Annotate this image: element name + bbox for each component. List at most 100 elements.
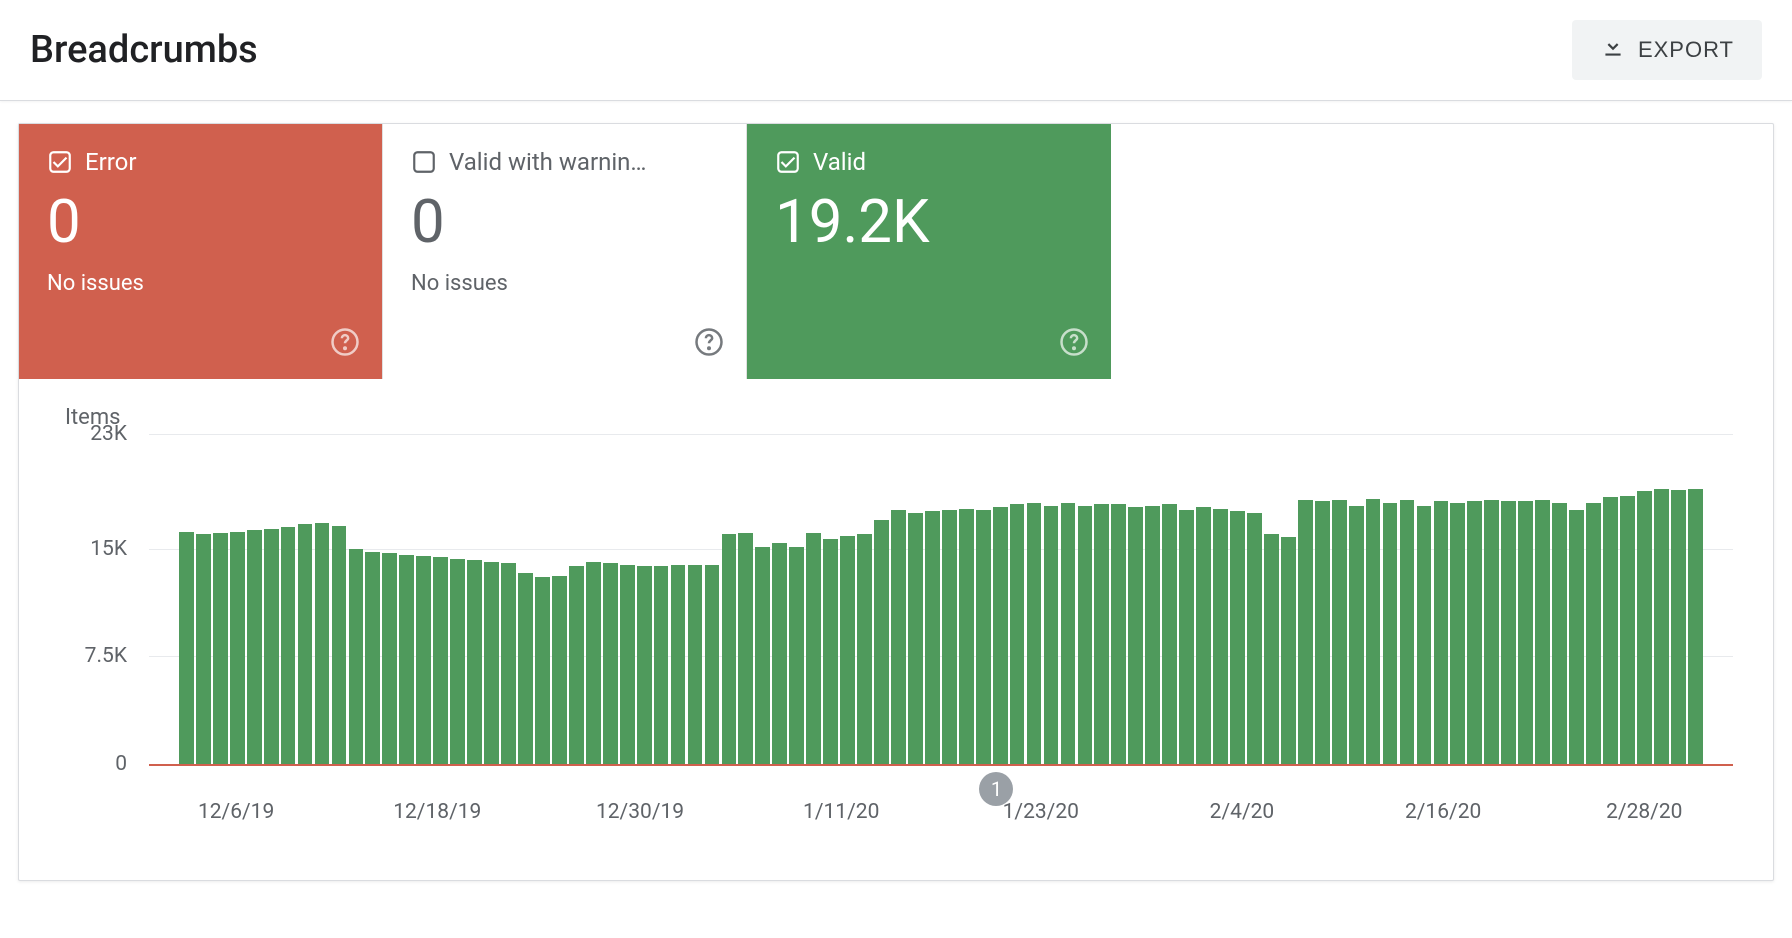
chart-bar[interactable] [1281,537,1296,764]
chart-bar[interactable] [1145,506,1160,764]
chart-bar[interactable] [1637,491,1652,764]
help-icon[interactable] [1059,327,1089,357]
chart-bar[interactable] [1264,534,1279,764]
chart-bar[interactable] [1111,504,1126,764]
chart-bar[interactable] [569,566,584,764]
chart-bar[interactable] [230,532,245,764]
chart-bar[interactable] [959,509,974,764]
chart-bar[interactable] [281,527,296,764]
chart-bar[interactable] [1569,510,1584,764]
chart-bar[interactable] [382,553,397,764]
chart-bar[interactable] [891,510,906,764]
chart-bar[interactable] [1044,506,1059,764]
status-card-valid[interactable]: Valid 19.2K [747,124,1111,379]
chart-bar[interactable] [671,565,686,764]
chart-bar[interactable] [501,563,516,764]
chart-bar[interactable] [467,560,482,764]
chart-bar[interactable] [1061,503,1076,764]
chart-bar[interactable] [264,529,279,764]
chart-bar[interactable] [1349,506,1364,764]
chart-bar[interactable] [620,565,635,764]
chart-bar[interactable] [755,547,770,764]
chart-bar[interactable] [654,566,669,764]
chart-bar[interactable] [196,534,211,764]
chart-bar[interactable] [1027,503,1042,764]
chart-bar[interactable] [315,523,330,764]
chart-bar[interactable] [1417,506,1432,764]
chart-bar[interactable] [840,536,855,764]
chart-x-tick: 1/11/20 [803,800,879,824]
chart-bar[interactable] [1162,504,1177,764]
chart-bar[interactable] [416,556,431,764]
chart-bar[interactable] [857,534,872,764]
chart-bar[interactable] [603,563,618,764]
chart-bar[interactable] [789,547,804,764]
chart-bar[interactable] [179,532,194,764]
chart-bar[interactable] [976,510,991,764]
chart-bar[interactable] [433,557,448,764]
chart-bar[interactable] [1247,513,1262,764]
chart-bar[interactable] [1467,501,1482,764]
chart-bar[interactable] [1518,501,1533,764]
status-card-warning[interactable]: Valid with warnin… 0 No issues [383,124,747,379]
chart-bar[interactable] [1603,497,1618,764]
chart-bar[interactable] [298,524,313,764]
chart-bar[interactable] [1010,504,1025,764]
chart-bar[interactable] [1484,500,1499,764]
help-icon[interactable] [694,327,724,357]
help-icon[interactable] [330,327,360,357]
chart-bar[interactable] [1230,511,1245,764]
chart-bar[interactable] [637,566,652,764]
status-card-error[interactable]: Error 0 No issues [19,124,383,379]
chart-bar[interactable] [1298,500,1313,764]
chart-bar[interactable] [993,507,1008,764]
chart-bar[interactable] [942,510,957,764]
chart-bar[interactable] [738,533,753,764]
chart-bar[interactable] [1128,507,1143,764]
chart-bar[interactable] [1434,501,1449,764]
chart-bar[interactable] [1654,489,1669,764]
chart-bar[interactable] [1586,503,1601,764]
chart-bar[interactable] [1552,503,1567,764]
chart-bar[interactable] [1688,489,1703,764]
chart-bar[interactable] [586,562,601,764]
chart-bar[interactable] [925,511,940,764]
chart-bar[interactable] [247,530,262,764]
chart-bar[interactable] [1332,500,1347,764]
chart-bar[interactable] [332,526,347,764]
chart-bar[interactable] [552,576,567,764]
chart-bar[interactable] [1315,501,1330,764]
chart-bar[interactable] [1450,503,1465,764]
chart-bar[interactable] [874,520,889,764]
chart-bar[interactable] [1671,490,1686,764]
chart-bar[interactable] [1535,500,1550,764]
chart-bar[interactable] [772,543,787,764]
chart-bar[interactable] [365,552,380,764]
chart-bar[interactable] [535,577,550,764]
chart-bar[interactable] [705,565,720,764]
chart-bar[interactable] [722,534,737,764]
chart-bar[interactable] [213,533,228,764]
chart-bar[interactable] [349,549,364,764]
chart-bar[interactable] [1400,500,1415,764]
chart-bar[interactable] [1383,503,1398,764]
chart-bar[interactable] [1094,504,1109,764]
chart-bar[interactable] [1366,499,1381,764]
chart-bar[interactable] [823,539,838,764]
chart-bar[interactable] [1501,501,1516,764]
chart-baseline [149,764,1733,766]
chart-bar[interactable] [399,555,414,764]
status-valid-count: 19.2K [775,186,1083,257]
chart-bar[interactable] [806,533,821,764]
chart-bar[interactable] [908,513,923,764]
chart-bar[interactable] [1196,507,1211,764]
chart-bar[interactable] [1078,506,1093,764]
chart-bar[interactable] [1213,509,1228,764]
chart-bar[interactable] [484,562,499,764]
chart-bar[interactable] [688,565,703,764]
chart-bar[interactable] [518,573,533,764]
export-button[interactable]: EXPORT [1572,20,1762,80]
chart-bar[interactable] [1620,496,1635,764]
chart-bar[interactable] [1179,510,1194,764]
chart-bar[interactable] [450,559,465,764]
